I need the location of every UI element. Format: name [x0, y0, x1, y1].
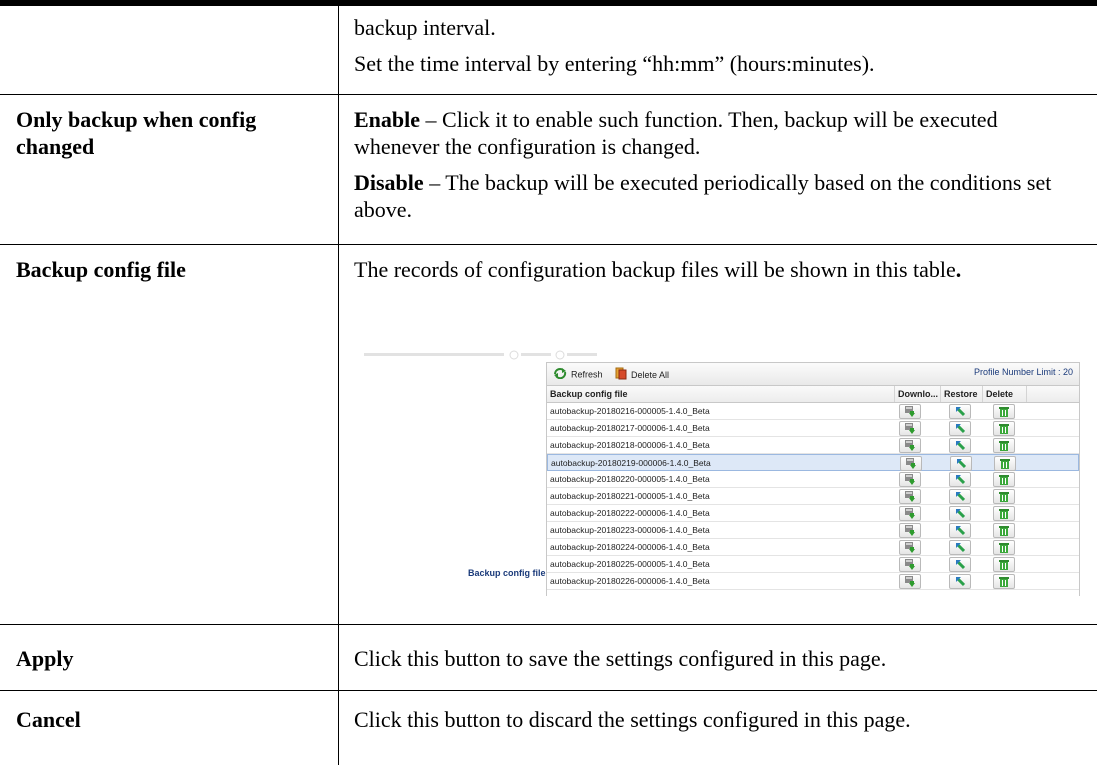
download-icon[interactable] [899, 489, 921, 504]
table-row: Only backup when config changed Enable –… [0, 95, 1097, 245]
table-row[interactable]: autobackup-20180223-000006-1.4.0_Beta [547, 522, 1079, 539]
table-row[interactable]: autobackup-20180222-000006-1.4.0_Beta [547, 505, 1079, 522]
download-icon[interactable] [899, 574, 921, 589]
faded-option-row [364, 350, 764, 360]
column-header-file[interactable]: Backup config file [547, 386, 895, 402]
description-paragraph: Click this button to save the settings c… [354, 646, 887, 671]
trash-icon[interactable] [993, 421, 1015, 436]
file-name: autobackup-20180216-000005-1.4.0_Beta [550, 406, 710, 416]
backup-config-field-label: Backup config file : [468, 568, 552, 578]
column-header-delete[interactable]: Delete [983, 386, 1027, 402]
description-paragraph: Click this button to discard the setting… [354, 707, 911, 732]
row-term: Only backup when config changed [16, 107, 257, 159]
trash-icon[interactable] [993, 540, 1015, 555]
delete-all-icon [615, 367, 627, 384]
table-row[interactable]: autobackup-20180219-000006-1.4.0_Beta [547, 454, 1079, 471]
download-icon[interactable] [899, 421, 921, 436]
backup-files-grid: Refresh Delete All Profile Number Limit … [546, 362, 1080, 596]
trash-icon[interactable] [994, 456, 1016, 471]
table-row[interactable]: autobackup-20180224-000006-1.4.0_Beta [547, 539, 1079, 556]
file-name: autobackup-20180223-000006-1.4.0_Beta [550, 525, 710, 535]
file-name: autobackup-20180226-000006-1.4.0_Beta [550, 576, 710, 586]
table-row: backup interval. Set the time interval b… [0, 6, 1097, 95]
restore-icon[interactable] [949, 523, 971, 538]
backup-config-screenshot: Backup config file : Refresh Delete All … [344, 350, 1090, 596]
row-description: The records of configuration backup file… [354, 256, 1084, 292]
table-row: Cancel Click this button to discard the … [0, 691, 1097, 765]
column-header-restore[interactable]: Restore [941, 386, 983, 402]
file-name: autobackup-20180219-000006-1.4.0_Beta [551, 458, 711, 468]
restore-icon[interactable] [950, 456, 972, 471]
download-icon[interactable] [900, 456, 922, 471]
refresh-label: Refresh [571, 369, 603, 380]
description-paragraph: Enable – Click it to enable such functio… [354, 106, 1084, 160]
download-icon[interactable] [899, 472, 921, 487]
column-header-download[interactable]: Downlo... [895, 386, 941, 402]
grid-header: Backup config file Downlo... Restore Del… [547, 386, 1079, 403]
row-term: Cancel [16, 707, 81, 732]
restore-icon[interactable] [949, 472, 971, 487]
delete-all-button[interactable]: Delete All [615, 367, 669, 381]
restore-icon[interactable] [949, 574, 971, 589]
restore-icon[interactable] [949, 506, 971, 521]
restore-icon[interactable] [949, 557, 971, 572]
trash-icon[interactable] [993, 404, 1015, 419]
table-row[interactable]: autobackup-20180217-000006-1.4.0_Beta [547, 420, 1079, 437]
description-paragraph: The records of configuration backup file… [354, 257, 962, 282]
file-name: autobackup-20180221-000005-1.4.0_Beta [550, 491, 710, 501]
row-term: Backup config file [16, 257, 186, 282]
download-icon[interactable] [899, 404, 921, 419]
file-name: autobackup-20180218-000006-1.4.0_Beta [550, 440, 710, 450]
description-paragraph: backup interval. [354, 15, 496, 40]
trash-icon[interactable] [993, 523, 1015, 538]
table-row[interactable]: autobackup-20180216-000005-1.4.0_Beta [547, 403, 1079, 420]
row-description: backup interval. Set the time interval b… [354, 14, 1084, 86]
table-row[interactable]: autobackup-20180226-000006-1.4.0_Beta [547, 573, 1079, 590]
row-description: Click this button to save the settings c… [354, 645, 1084, 681]
bold-keyword: Disable [354, 170, 424, 195]
file-name: autobackup-20180225-000005-1.4.0_Beta [550, 559, 710, 569]
bold-keyword: Enable [354, 107, 421, 132]
restore-icon[interactable] [949, 438, 971, 453]
download-icon[interactable] [899, 523, 921, 538]
file-name: autobackup-20180220-000005-1.4.0_Beta [550, 474, 710, 484]
file-name: autobackup-20180224-000006-1.4.0_Beta [550, 542, 710, 552]
refresh-icon [553, 367, 567, 383]
table-row[interactable]: autobackup-20180225-000005-1.4.0_Beta [547, 556, 1079, 573]
row-description: Enable – Click it to enable such functio… [354, 106, 1084, 232]
table-row[interactable]: autobackup-20180220-000005-1.4.0_Beta [547, 471, 1079, 488]
description-paragraph: Disable – The backup will be executed pe… [354, 169, 1084, 223]
file-name: autobackup-20180222-000006-1.4.0_Beta [550, 508, 710, 518]
delete-all-label: Delete All [631, 369, 670, 380]
trash-icon[interactable] [993, 557, 1015, 572]
paragraph-text: – Click it to enable such function. Then… [354, 107, 998, 159]
table-row: Apply Click this button to save the sett… [0, 625, 1097, 691]
download-icon[interactable] [899, 506, 921, 521]
trash-icon[interactable] [993, 472, 1015, 487]
download-icon[interactable] [899, 438, 921, 453]
table-row[interactable]: autobackup-20180218-000006-1.4.0_Beta [547, 437, 1079, 454]
row-term: Apply [16, 646, 74, 671]
trash-icon[interactable] [993, 574, 1015, 589]
restore-icon[interactable] [949, 489, 971, 504]
refresh-button[interactable]: Refresh [553, 367, 603, 381]
paragraph-text: The records of configuration backup file… [354, 257, 956, 282]
restore-icon[interactable] [949, 421, 971, 436]
file-name: autobackup-20180217-000006-1.4.0_Beta [550, 423, 710, 433]
description-paragraph: Set the time interval by entering “hh:mm… [354, 51, 875, 76]
table-row[interactable]: autobackup-20180221-000005-1.4.0_Beta [547, 488, 1079, 505]
paragraph-text: – The backup will be executed periodical… [354, 170, 1052, 222]
trash-icon[interactable] [993, 489, 1015, 504]
profile-limit-text: Profile Number Limit : 20 [973, 367, 1073, 377]
restore-icon[interactable] [949, 540, 971, 555]
restore-icon[interactable] [949, 404, 971, 419]
download-icon[interactable] [899, 557, 921, 572]
download-icon[interactable] [899, 540, 921, 555]
trash-icon[interactable] [993, 438, 1015, 453]
grid-toolbar: Refresh Delete All Profile Number Limit … [547, 363, 1079, 386]
row-description: Click this button to discard the setting… [354, 706, 1084, 742]
trash-icon[interactable] [993, 506, 1015, 521]
